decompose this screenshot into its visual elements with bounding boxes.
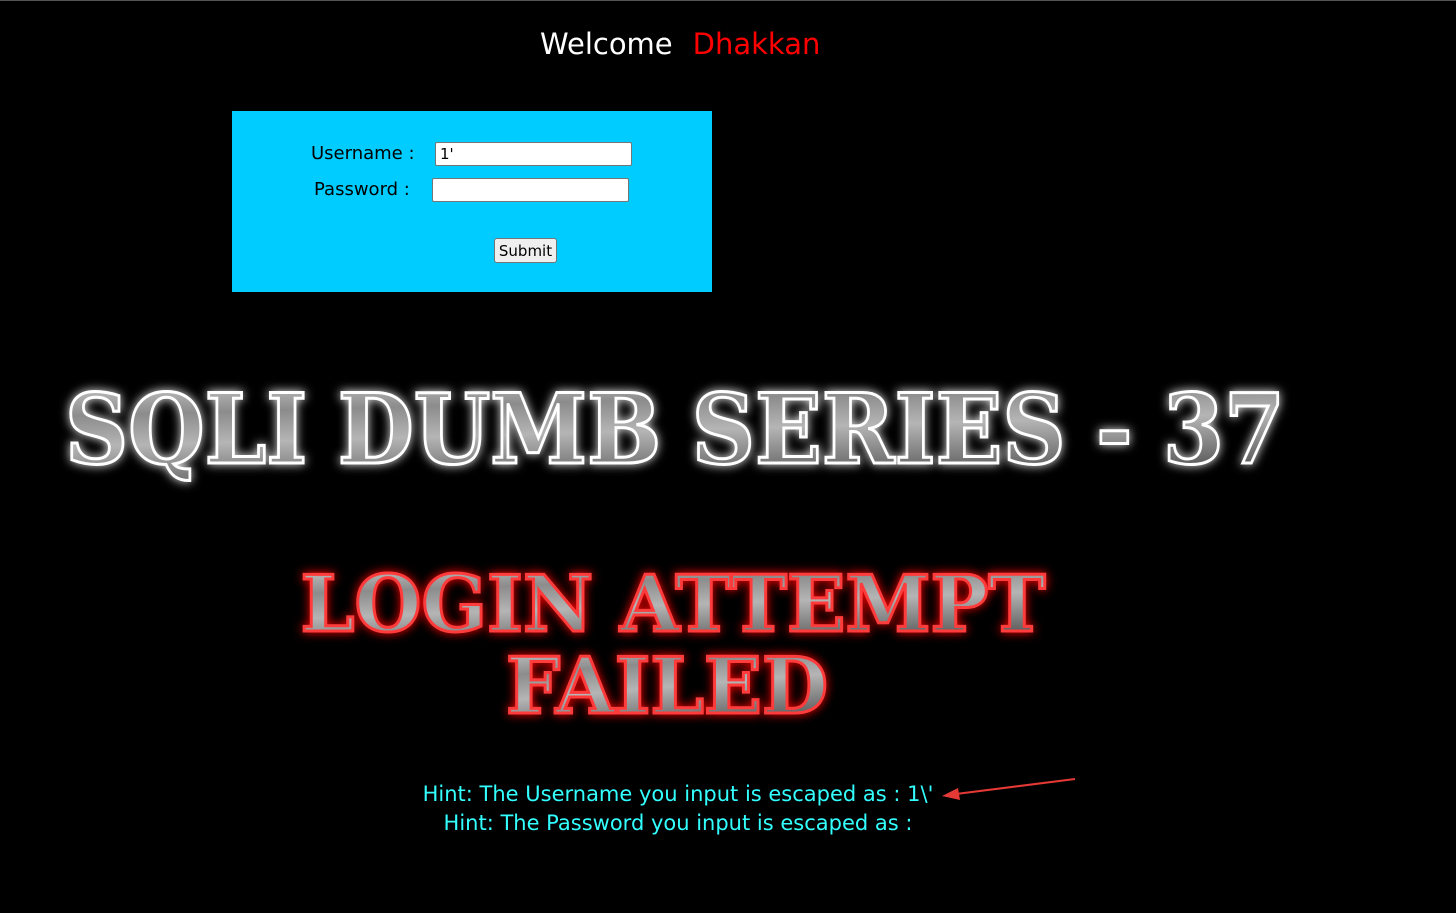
login-failed-banner-line1: LOGIN ATTEMPT <box>301 559 1046 650</box>
username-hint: Hint: The Username you input is escaped … <box>422 782 934 806</box>
login-failed-banner-line2: FAILED <box>506 641 828 732</box>
series-title-banner: SQLI DUMB SERIES - 37 <box>65 373 1285 486</box>
password-hint: Hint: The Password you input is escaped … <box>443 811 913 835</box>
banner-graphics: SQLI DUMB SERIES - 37 LOGIN ATTEMPT FAIL… <box>64 372 1287 800</box>
